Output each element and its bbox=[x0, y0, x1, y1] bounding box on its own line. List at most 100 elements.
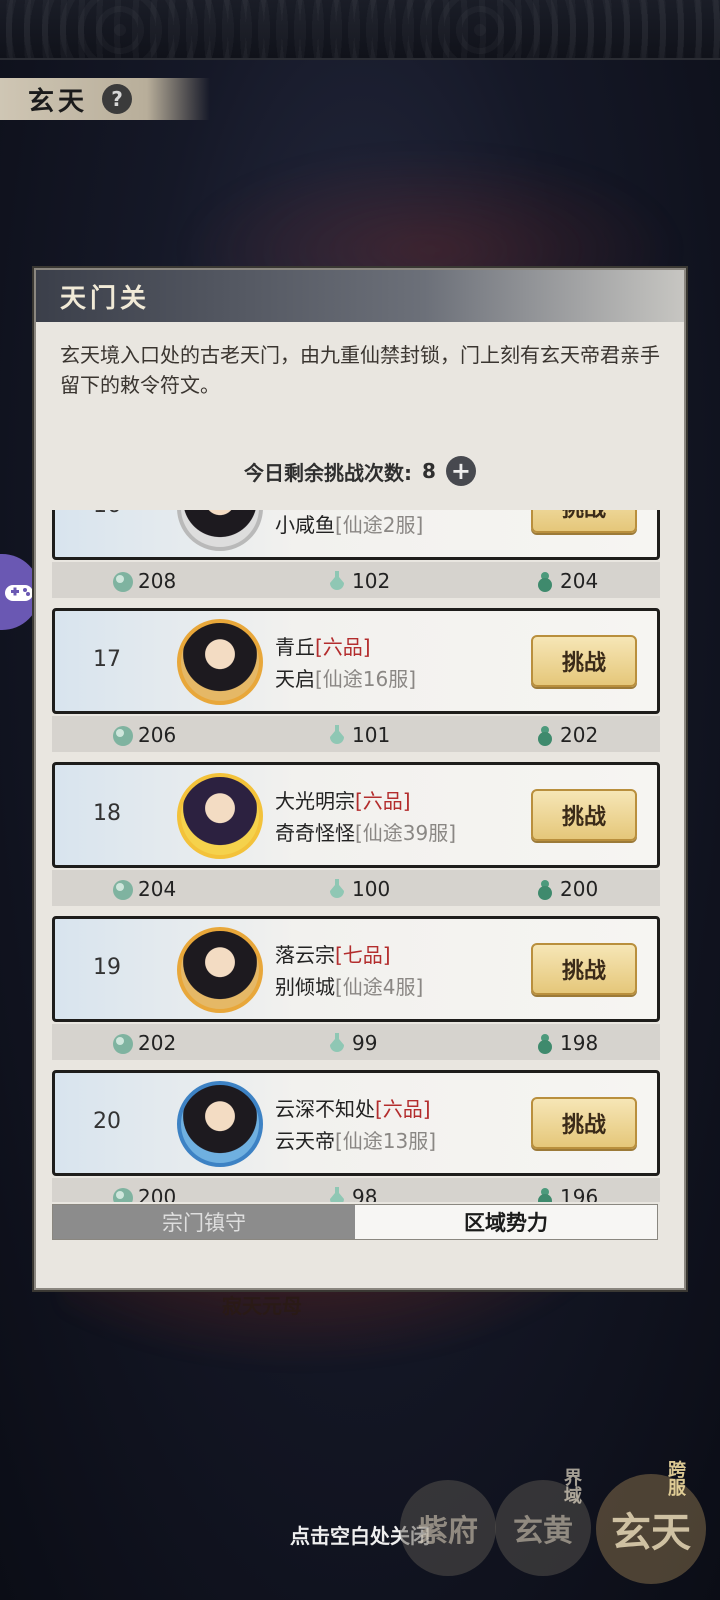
ranking-entry: 16 小咸鱼[仙途2服] 挑战 208 102 bbox=[52, 510, 672, 608]
player-name-line: 天启[仙途16服] bbox=[275, 663, 416, 692]
player-sect: 青丘[六品] bbox=[275, 635, 371, 659]
sect-grade: [七品] bbox=[335, 943, 391, 967]
spirit-stone-icon bbox=[113, 880, 133, 900]
reward-gourd: 200 bbox=[532, 876, 598, 902]
player-sect: 云深不知处[六品] bbox=[275, 1097, 431, 1121]
sect-grade: [六品] bbox=[375, 1097, 431, 1121]
ranking-card: 16 小咸鱼[仙途2服] 挑战 bbox=[52, 510, 660, 560]
tab-bar: 宗门镇守 区域势力 bbox=[52, 1204, 658, 1240]
sect-grade: [六品] bbox=[355, 789, 411, 813]
attempts-value: 8 bbox=[422, 459, 436, 483]
reward-elixir: 102 bbox=[324, 568, 390, 594]
add-attempts-button[interactable]: + bbox=[445, 456, 476, 486]
gourd-icon bbox=[538, 1034, 552, 1054]
player-name-line: 小咸鱼[仙途2服] bbox=[275, 510, 423, 538]
reward-gourd: 196 bbox=[532, 1184, 598, 1202]
player-server: [仙途16服] bbox=[315, 667, 417, 691]
reward-row: 200 98 196 bbox=[52, 1178, 660, 1202]
ranking-entry: 18 大光明宗[六品] 奇奇怪怪[仙途39服] 挑战 204 100 200 bbox=[52, 762, 672, 916]
sect-grade: [六品] bbox=[315, 635, 371, 659]
spirit-stone-icon bbox=[113, 1188, 133, 1202]
bottom-nav: 紫府 玄黄 界域 玄天 跨服 bbox=[400, 1460, 720, 1600]
elixir-bottle-icon bbox=[330, 725, 344, 744]
top-banner bbox=[0, 0, 720, 60]
player-name-line: 云天帝[仙途13服] bbox=[275, 1125, 436, 1154]
realm-tag: 玄天 ? bbox=[0, 78, 210, 120]
gourd-icon bbox=[538, 572, 552, 592]
player-avatar[interactable] bbox=[177, 510, 263, 551]
player-name: 天启 bbox=[275, 667, 315, 691]
gourd-icon bbox=[538, 1188, 552, 1202]
panel-title: 天门关 bbox=[60, 283, 151, 314]
player-server: [仙途2服] bbox=[335, 513, 424, 537]
reward-row: 206 101 202 bbox=[52, 716, 660, 752]
nav-zifu[interactable]: 紫府 bbox=[400, 1480, 496, 1576]
gourd-icon bbox=[538, 880, 552, 900]
ranking-card: 19 落云宗[七品] 别倾城[仙途4服] 挑战 bbox=[52, 916, 660, 1022]
reward-elixir: 98 bbox=[324, 1184, 377, 1202]
attempts-label: 今日剩余挑战次数: bbox=[244, 460, 413, 485]
ranking-card: 18 大光明宗[六品] 奇奇怪怪[仙途39服] 挑战 bbox=[52, 762, 660, 868]
nav-kuafu-label: 跨服 bbox=[665, 1460, 686, 1496]
challenge-button[interactable]: 挑战 bbox=[531, 510, 637, 533]
help-icon[interactable]: ? bbox=[102, 84, 133, 114]
player-name-line: 奇奇怪怪[仙途39服] bbox=[275, 817, 456, 846]
spirit-stone-icon bbox=[113, 726, 133, 746]
challenge-button[interactable]: 挑战 bbox=[531, 943, 637, 995]
panel-header: 天门关 bbox=[36, 270, 684, 322]
reward-elixir: 100 bbox=[324, 876, 390, 902]
reward-gourd: 198 bbox=[532, 1030, 598, 1056]
attempts-row: 今日剩余挑战次数: 8 + bbox=[36, 456, 684, 486]
player-avatar[interactable] bbox=[177, 1081, 263, 1167]
reward-spirit: 202 bbox=[110, 1030, 176, 1056]
player-name: 奇奇怪怪 bbox=[275, 821, 355, 845]
nav-jieyu-label: 界域 bbox=[561, 1468, 582, 1504]
reward-gourd: 204 bbox=[532, 568, 598, 594]
map-region-label: 寂天元母 bbox=[222, 1294, 302, 1318]
reward-elixir: 99 bbox=[324, 1030, 377, 1056]
ranking-card: 20 云深不知处[六品] 云天帝[仙途13服] 挑战 bbox=[52, 1070, 660, 1176]
tianmen-panel: 天门关 玄天境入口处的古老天门，由九重仙禁封锁，门上刻有玄天帝君亲手留下的敕令符… bbox=[34, 268, 686, 1290]
player-name: 别倾城 bbox=[275, 975, 335, 999]
challenge-button[interactable]: 挑战 bbox=[531, 789, 637, 841]
reward-spirit: 200 bbox=[110, 1184, 176, 1202]
ranking-entry: 19 落云宗[七品] 别倾城[仙途4服] 挑战 202 99 198 bbox=[52, 916, 672, 1070]
rank-number: 18 bbox=[93, 801, 121, 826]
challenge-button[interactable]: 挑战 bbox=[531, 1097, 637, 1149]
player-name-line: 别倾城[仙途4服] bbox=[275, 971, 423, 1000]
ranking-entry: 17 青丘[六品] 天启[仙途16服] 挑战 206 101 202 bbox=[52, 608, 672, 762]
gourd-icon bbox=[538, 726, 552, 746]
player-avatar[interactable] bbox=[177, 773, 263, 859]
challenge-button[interactable]: 挑战 bbox=[531, 635, 637, 687]
player-name: 小咸鱼 bbox=[275, 513, 335, 537]
reward-row: 202 99 198 bbox=[52, 1024, 660, 1060]
elixir-bottle-icon bbox=[330, 1033, 344, 1052]
spirit-stone-icon bbox=[113, 572, 133, 592]
reward-spirit: 204 bbox=[110, 876, 176, 902]
reward-elixir: 101 bbox=[324, 722, 390, 748]
player-avatar[interactable] bbox=[177, 927, 263, 1013]
ranking-entry: 20 云深不知处[六品] 云天帝[仙途13服] 挑战 200 98 196 bbox=[52, 1070, 672, 1202]
player-name: 云天帝 bbox=[275, 1129, 335, 1153]
panel-description: 玄天境入口处的古老天门，由九重仙禁封锁，门上刻有玄天帝君亲手留下的敕令符文。 bbox=[60, 343, 660, 397]
reward-gourd: 202 bbox=[532, 722, 598, 748]
player-server: [仙途4服] bbox=[335, 975, 424, 999]
tab-region-power[interactable]: 区域势力 bbox=[355, 1205, 657, 1239]
nav-xuantian[interactable]: 玄天 bbox=[596, 1474, 706, 1584]
player-server: [仙途13服] bbox=[335, 1129, 437, 1153]
elixir-bottle-icon bbox=[330, 1187, 344, 1202]
rank-number: 19 bbox=[93, 955, 121, 980]
player-sect: 落云宗[七品] bbox=[275, 943, 391, 967]
reward-spirit: 206 bbox=[110, 722, 176, 748]
ranking-list[interactable]: 16 小咸鱼[仙途2服] 挑战 208 102 bbox=[52, 510, 672, 1202]
realm-name: 玄天 bbox=[28, 86, 89, 117]
rank-number: 16 bbox=[87, 510, 127, 518]
tab-sect-guard[interactable]: 宗门镇守 bbox=[53, 1205, 355, 1239]
player-sect: 大光明宗[六品] bbox=[275, 789, 411, 813]
player-server: [仙途39服] bbox=[355, 821, 457, 845]
reward-row: 208 102 204 bbox=[52, 562, 660, 598]
rank-number: 17 bbox=[93, 647, 121, 672]
elixir-bottle-icon bbox=[330, 879, 344, 898]
elixir-bottle-icon bbox=[330, 571, 344, 590]
player-avatar[interactable] bbox=[177, 619, 263, 705]
